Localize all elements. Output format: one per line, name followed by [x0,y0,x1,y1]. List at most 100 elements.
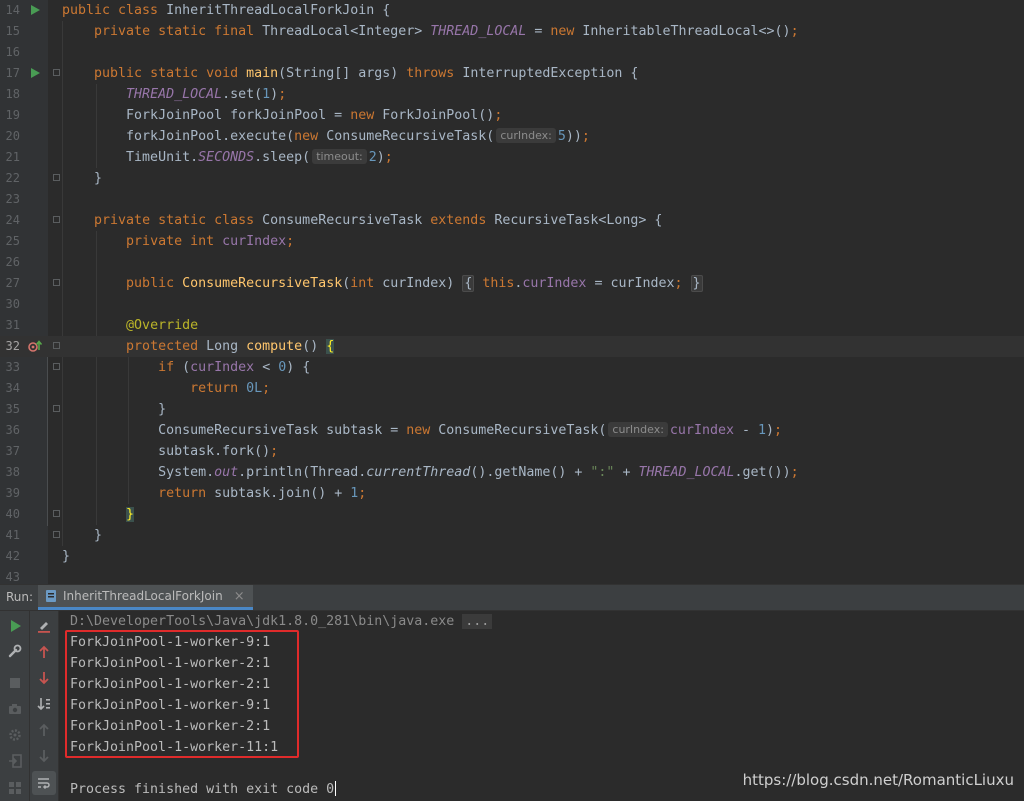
line-number: 36 [5,423,20,437]
code-text: public class InheritThreadLocalForkJoin … [62,3,391,18]
exit-button[interactable] [6,752,24,770]
line-number: 41 [5,528,20,542]
line-number: 35 [5,402,20,416]
code-line[interactable]: 24 private static class ConsumeRecursive… [0,210,1024,231]
override-method-icon[interactable] [28,339,42,353]
code-line[interactable]: 37 subtask.fork(); [0,441,1024,462]
code-line[interactable]: 42 } [0,546,1024,567]
line-number: 40 [5,507,20,521]
code-line[interactable]: 18 THREAD_LOCAL.set(1); [0,84,1024,105]
run-gutter-icon[interactable] [28,3,42,17]
code-text: } [62,549,71,564]
sort-icon [37,698,50,711]
fold-toggle-icon[interactable] [53,531,60,538]
code-line[interactable]: 19 ForkJoinPool forkJoinPool = new ForkJ… [0,105,1024,126]
line-number: 22 [5,171,20,185]
line-number: 16 [5,45,20,59]
fold-toggle-icon[interactable] [53,69,60,76]
code-text: } [62,528,103,543]
code-text: protected Long compute() { [126,339,335,354]
highlight-box [65,630,299,758]
rerun-button[interactable] [6,617,24,635]
soft-wrap-button[interactable] [32,771,56,795]
code-line[interactable]: 33 if (curIndex < 0) { [0,357,1024,378]
scroll-up-button[interactable] [35,721,53,739]
code-line[interactable]: 16 [0,42,1024,63]
down-stack-button[interactable] [35,669,53,687]
code-text: @Override [126,318,199,333]
code-line[interactable]: 26 [0,252,1024,273]
stop-button[interactable] [6,674,24,692]
code-text: forkJoinPool.execute(new ConsumeRecursiv… [62,128,590,144]
code-text: System.out.println(Thread.currentThread(… [62,465,799,480]
grid-icon [9,782,21,794]
fold-toggle-icon[interactable] [53,510,60,517]
run-tab[interactable]: InheritThreadLocalForkJoin × [38,585,253,610]
fold-toggle-icon[interactable] [53,405,60,412]
line-number: 20 [5,129,20,143]
fold-toggle-icon[interactable] [53,342,60,349]
fold-toggle-icon[interactable] [53,216,60,223]
code-line[interactable]: 43 [0,567,1024,584]
up-stack-button[interactable] [35,643,53,661]
code-line[interactable]: 39 return subtask.join() + 1; [0,483,1024,504]
line-number: 23 [5,192,20,206]
run-label: Run: [6,590,34,604]
code-line[interactable]: 25 private int curIndex; [0,231,1024,252]
arrow-down-icon [39,750,49,763]
run-gutter-icon[interactable] [28,66,42,80]
fold-toggle-icon[interactable] [53,363,60,370]
arrow-up-icon [39,723,49,736]
close-tab-icon[interactable]: × [234,589,245,604]
code-line[interactable]: 15 private static final ThreadLocal<Inte… [0,21,1024,42]
code-line[interactable]: 31 @Override [0,315,1024,336]
line-number: 32 [5,339,20,353]
stop-icon [10,678,20,688]
code-text: TimeUnit.SECONDS.sleep(timeout: 2); [62,149,393,165]
command-ellipsis[interactable]: ... [462,614,493,629]
settings-button[interactable] [6,642,24,660]
code-line[interactable]: 30 [0,294,1024,315]
line-number: 33 [5,360,20,374]
clear-console-button[interactable] [35,617,53,635]
code-text: return subtask.join() + 1; [158,486,367,501]
code-line[interactable]: 35 } [0,399,1024,420]
code-text: ForkJoinPool forkJoinPool = new ForkJoin… [62,108,503,123]
line-number: 19 [5,108,20,122]
dump-threads-button[interactable] [6,700,24,718]
code-line[interactable]: 27 public ConsumeRecursiveTask(int curIn… [0,273,1024,294]
line-number: 31 [5,318,20,332]
restore-layout-button[interactable] [6,726,24,744]
scroll-down-button[interactable] [35,747,53,765]
console-exit-line: Process finished with exit code 0 [70,779,337,800]
code-line[interactable]: 23 [0,189,1024,210]
code-text: THREAD_LOCAL.set(1); [126,87,287,102]
fold-toggle-icon[interactable] [53,279,60,286]
code-line[interactable]: 36 ConsumeRecursiveTask subtask = new Co… [0,420,1024,441]
code-line[interactable]: 20 forkJoinPool.execute(new ConsumeRecur… [0,126,1024,147]
sort-button[interactable] [35,695,53,713]
gear-icon [9,729,21,741]
parameter-hint: curIndex: [496,128,556,143]
code-line[interactable]: 38 System.out.println(Thread.currentThre… [0,462,1024,483]
fold-toggle-icon[interactable] [53,174,60,181]
run-toolbar-primary [0,611,30,801]
close-button[interactable] [6,779,24,797]
console-command: D:\DeveloperTools\Java\jdk1.8.0_281\bin\… [70,614,455,629]
code-line[interactable]: 22 } [0,168,1024,189]
code-line[interactable]: 40 } [0,504,1024,525]
code-line[interactable]: 21 TimeUnit.SECONDS.sleep(timeout: 2); [0,147,1024,168]
code-editor[interactable]: 14 public class InheritThreadLocalForkJo… [0,0,1024,584]
code-line[interactable]: 17 public static void main(String[] args… [0,63,1024,84]
eraser-icon [38,622,50,633]
code-line-current[interactable]: 32 protected Long compute() { [0,336,1024,357]
line-number: 24 [5,213,20,227]
code-line[interactable]: 34 return 0L; [0,378,1024,399]
code-line[interactable]: 14 public class InheritThreadLocalForkJo… [0,0,1024,21]
code-line[interactable]: 41 } [0,525,1024,546]
run-tool-window-header: Run: InheritThreadLocalForkJoin × [0,585,1024,611]
exit-icon [9,754,22,768]
run-toolbar-secondary [30,611,59,801]
code-text: } [62,402,167,417]
parameter-hint: curIndex: [608,422,668,437]
